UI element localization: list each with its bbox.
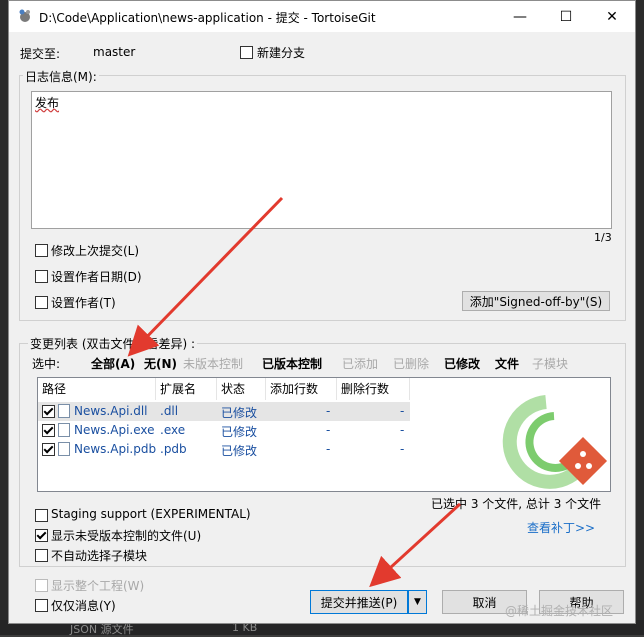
show-unversioned-checkbox[interactable] [35, 529, 48, 542]
file-added: - [326, 442, 331, 456]
signed-off-by-button[interactable]: 添加"Signed-off-by"(S) [462, 291, 610, 311]
amend-checkbox[interactable] [35, 244, 48, 257]
file-list[interactable]: 路径 扩展名 状态 添加行数 删除行数 News.Api.dll .dll 已修改 -… [37, 377, 611, 492]
file-icon [58, 442, 70, 456]
col-added[interactable]: 添加行数 [266, 378, 337, 400]
file-icon [58, 423, 70, 437]
commit-push-button[interactable]: 提交并推送(P) [310, 590, 408, 614]
maximize-button[interactable]: ☐ [543, 1, 589, 32]
staging-label: Staging support (EXPERIMENTAL) [51, 507, 251, 521]
col-ext[interactable]: 扩展名 [156, 378, 217, 400]
file-added: - [326, 423, 331, 437]
message-only-label: 仅仅消息(Y) [51, 599, 116, 613]
file-status: 已修改 [221, 425, 258, 439]
branch-name: master [93, 45, 136, 59]
selection-summary: 已选中 3 个文件, 总计 3 个文件 [431, 497, 602, 511]
show-whole-project-label: 显示整个工程(W) [51, 579, 145, 593]
commit-dialog: D:\Code\Application\news-application - 提… [8, 0, 636, 624]
log-message-label: 日志信息(M): [23, 68, 99, 85]
commit-dropdown-button[interactable]: ▼ [408, 590, 427, 614]
file-status: 已修改 [221, 444, 258, 458]
set-author-checkbox[interactable] [35, 296, 48, 309]
file-deleted: - [400, 442, 405, 456]
commit-to-label: 提交至: [20, 47, 61, 61]
table-row[interactable]: News.Api.dll .dll 已修改 - - [38, 402, 410, 421]
chevron-down-icon: ▼ [414, 597, 421, 607]
col-deleted[interactable]: 删除行数 [337, 378, 410, 400]
col-path[interactable]: 路径 [38, 378, 156, 400]
line-counter: 1/3 [594, 231, 612, 244]
filter-2[interactable]: 未版本控制 [183, 355, 243, 372]
message-only-checkbox[interactable] [35, 599, 48, 612]
file-icon [58, 404, 70, 418]
filter-1[interactable]: 无(N) [144, 355, 177, 372]
log-message-text: 发布 [35, 96, 60, 110]
show-whole-project-checkbox[interactable] [35, 579, 48, 592]
filter-4[interactable]: 已添加 [342, 355, 378, 372]
filter-8[interactable]: 子模块 [532, 355, 568, 372]
changes-label: 变更列表 (双击文件查看差异) : [28, 335, 198, 352]
file-status: 已修改 [221, 406, 258, 420]
filter-6[interactable]: 已修改 [444, 355, 480, 372]
window-title: D:\Code\Application\news-application - 提… [39, 11, 376, 25]
title-bar: D:\Code\Application\news-application - 提… [9, 1, 635, 32]
file-deleted: - [400, 404, 405, 418]
filter-3[interactable]: 已版本控制 [262, 355, 322, 372]
filter-0[interactable]: 全部(A) [91, 355, 135, 372]
file-checkbox[interactable] [42, 405, 55, 418]
tortoisegit-icon [19, 9, 30, 22]
file-checkbox[interactable] [42, 424, 55, 437]
filter-7[interactable]: 文件 [495, 355, 519, 372]
col-status[interactable]: 状态 [217, 378, 266, 400]
file-ext: .dll [160, 404, 179, 418]
file-checkbox[interactable] [42, 443, 55, 456]
table-row[interactable]: News.Api.pdb .pdb 已修改 - - [38, 440, 410, 459]
file-added: - [326, 404, 331, 418]
set-date-checkbox[interactable] [35, 270, 48, 283]
amend-label: 修改上次提交(L) [51, 244, 140, 258]
show-unversioned-label: 显示未受版本控制的文件(U) [51, 529, 202, 543]
set-author-label: 设置作者(T) [51, 296, 116, 310]
table-row[interactable]: News.Api.exe .exe 已修改 - - [38, 421, 410, 440]
tortoisegit-logo-icon [502, 395, 608, 489]
no-auto-submodule-label: 不自动选择子模块 [51, 549, 148, 563]
no-auto-submodule-checkbox[interactable] [35, 549, 48, 562]
file-path: News.Api.dll [74, 404, 148, 418]
view-patch-link[interactable]: 查看补丁>> [527, 519, 595, 536]
log-message-input[interactable]: 发布 [31, 91, 612, 229]
minimize-button[interactable]: — [497, 1, 543, 32]
file-ext: .exe [160, 423, 186, 437]
file-path: News.Api.pdb [74, 442, 157, 456]
watermark: @稀土掘金技术社区 [505, 604, 614, 618]
file-deleted: - [400, 423, 405, 437]
background-left [0, 0, 8, 635]
new-branch-checkbox[interactable] [240, 46, 253, 59]
file-ext: .pdb [160, 442, 187, 456]
close-button[interactable]: ✕ [589, 1, 635, 32]
filter-5[interactable]: 已删除 [393, 355, 429, 372]
select-label: 选中: [32, 357, 61, 371]
set-date-label: 设置作者日期(D) [51, 270, 142, 284]
new-branch-label: 新建分支 [257, 46, 306, 60]
staging-checkbox[interactable] [35, 509, 48, 522]
background-right [636, 0, 644, 635]
file-path: News.Api.exe [74, 423, 155, 437]
